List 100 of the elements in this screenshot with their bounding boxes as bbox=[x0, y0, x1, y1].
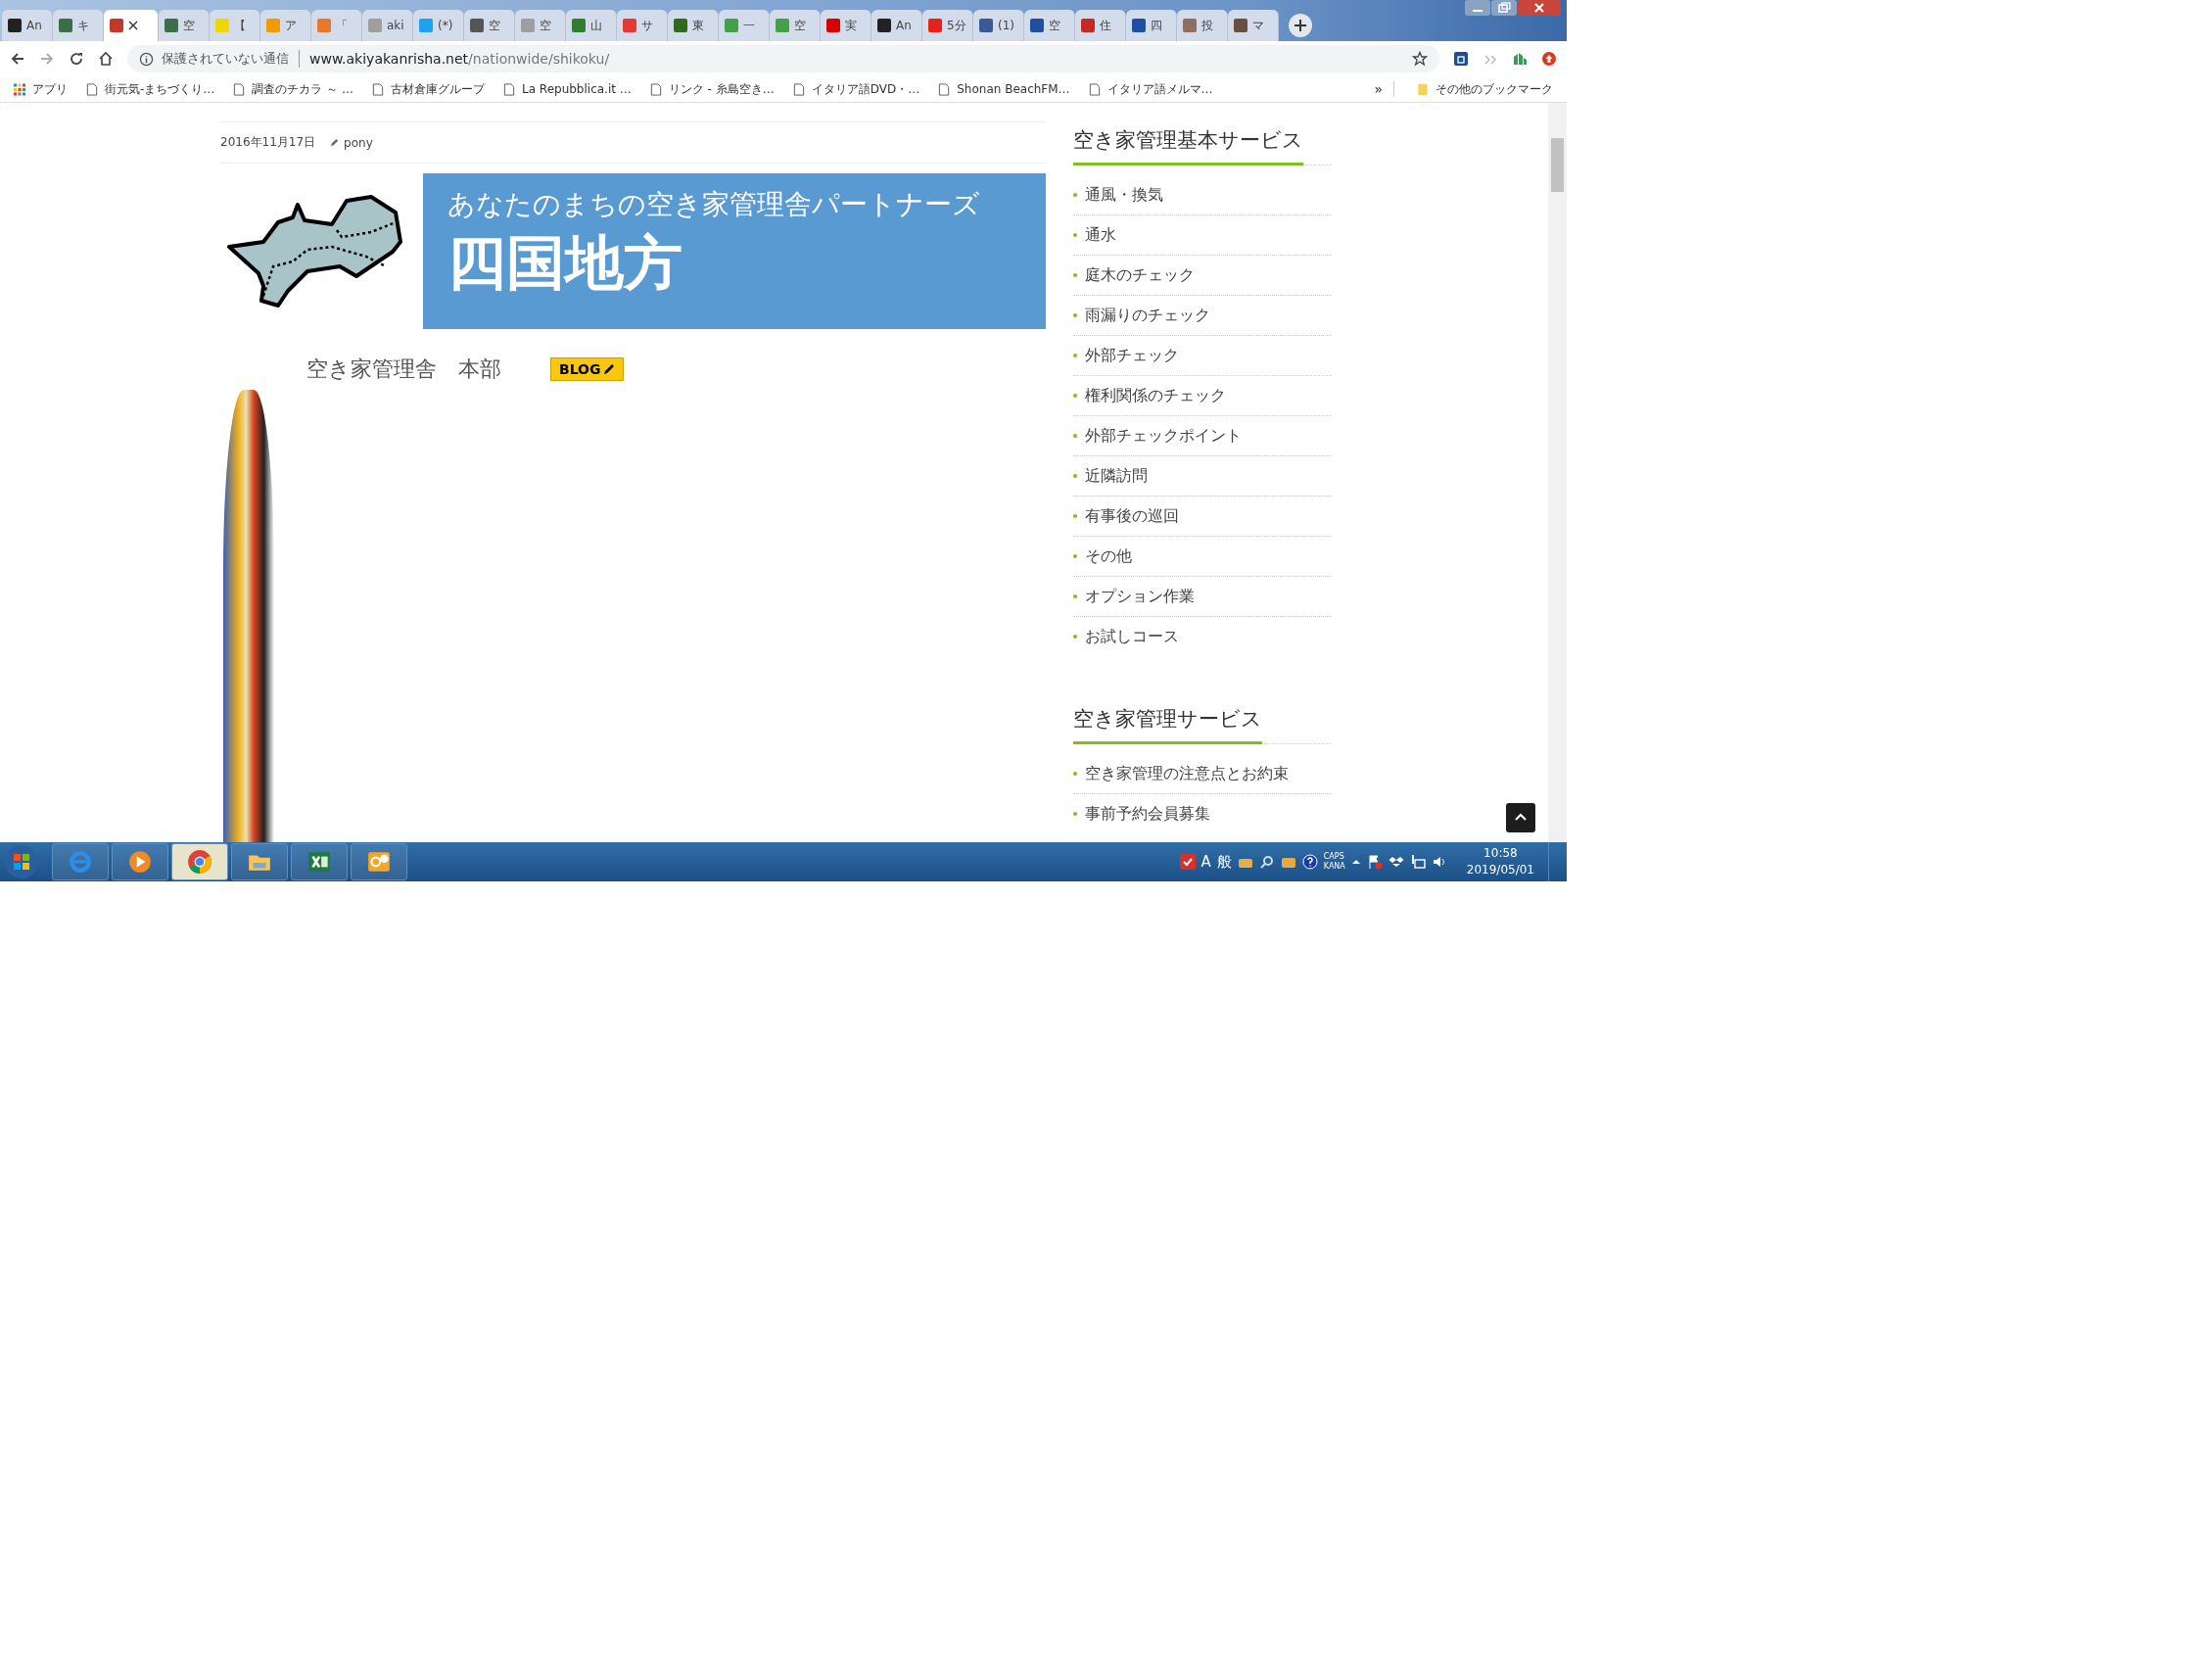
spreadsheet-icon bbox=[306, 849, 332, 875]
banner-title: 四国地方 bbox=[447, 230, 683, 296]
browser-tab[interactable]: サ bbox=[617, 10, 668, 41]
sidebar-link[interactable]: お試しコース bbox=[1085, 626, 1179, 647]
sidebar-link[interactable]: その他 bbox=[1085, 545, 1132, 567]
browser-tab[interactable]: 山 bbox=[566, 10, 617, 41]
browser-tab[interactable]: 空 bbox=[159, 10, 210, 41]
browser-tab[interactable]: (*) bbox=[413, 10, 464, 41]
browser-tab[interactable]: マ bbox=[1228, 10, 1279, 41]
reload-icon[interactable] bbox=[69, 51, 84, 67]
sidebar-link[interactable]: 雨漏りのチェック bbox=[1085, 305, 1210, 326]
back-icon[interactable] bbox=[10, 51, 25, 67]
taskbar-app[interactable] bbox=[351, 843, 407, 880]
home-icon[interactable] bbox=[98, 51, 114, 67]
sidebar-link[interactable]: 庭木のチェック bbox=[1085, 264, 1195, 286]
sidebar-link[interactable]: 権利関係のチェック bbox=[1085, 385, 1226, 406]
browser-tab[interactable]: aki bbox=[362, 10, 413, 41]
sidebar-link[interactable]: 事前予約会員募集 bbox=[1085, 803, 1210, 825]
browser-tab[interactable]: 【 bbox=[210, 10, 260, 41]
taskbar-app[interactable] bbox=[291, 843, 348, 880]
sidebar-link[interactable]: 近隣訪問 bbox=[1085, 465, 1148, 487]
browser-tab[interactable]: 住 bbox=[1075, 10, 1126, 41]
browser-tab[interactable]: 5分 bbox=[922, 10, 973, 41]
url-host: www.akiyakanrisha.net bbox=[309, 51, 469, 67]
post-date: 2016年11月17日 bbox=[220, 134, 316, 151]
post-author[interactable]: pony bbox=[344, 135, 373, 150]
page-icon bbox=[649, 82, 662, 96]
browser-tab[interactable]: An bbox=[2, 10, 53, 41]
bookmark-link[interactable]: La Repubblica.it … bbox=[522, 82, 632, 96]
browser-tab[interactable]: ア bbox=[260, 10, 311, 41]
sidebar-link[interactable]: 外部チェック bbox=[1085, 345, 1179, 366]
sidebar-link[interactable]: オプション作業 bbox=[1085, 586, 1195, 607]
browser-tab[interactable] bbox=[104, 10, 159, 41]
browser-tab[interactable]: 東 bbox=[668, 10, 719, 41]
page-icon bbox=[503, 82, 515, 96]
page-icon bbox=[1088, 82, 1101, 96]
play-icon bbox=[127, 849, 153, 875]
taskbar-app[interactable] bbox=[112, 843, 168, 880]
url-path: /nationwide/shikoku/ bbox=[468, 51, 610, 67]
start-button[interactable] bbox=[4, 844, 39, 879]
browser-tab[interactable]: 一 bbox=[719, 10, 770, 41]
office-name: 空き家管理舎 本部 bbox=[306, 356, 501, 383]
sidebar-heading: 空き家管理サービス bbox=[1073, 705, 1262, 744]
sidebar-link[interactable]: 通水 bbox=[1085, 224, 1116, 246]
star-icon[interactable] bbox=[1412, 51, 1428, 67]
ime-dictionary[interactable]: 般 bbox=[1216, 852, 1232, 872]
box-icon[interactable] bbox=[1388, 854, 1404, 870]
info-icon[interactable] bbox=[139, 51, 154, 67]
new-tab-icon[interactable] bbox=[1289, 14, 1312, 37]
restore-icon[interactable] bbox=[1491, 0, 1517, 16]
browser-tab[interactable]: 実 bbox=[821, 10, 871, 41]
bookmark-link[interactable]: Shonan BeachFM… bbox=[957, 82, 1070, 96]
pencil-icon bbox=[330, 138, 340, 147]
scrollbar[interactable] bbox=[1548, 103, 1567, 842]
taskbar-app[interactable] bbox=[231, 843, 288, 880]
folder-icon bbox=[1417, 82, 1429, 96]
network-icon[interactable] bbox=[1409, 854, 1426, 870]
sidebar-link[interactable]: 通風・換気 bbox=[1085, 184, 1163, 206]
bookmark-link[interactable]: アプリ bbox=[32, 80, 68, 98]
help-icon[interactable] bbox=[1301, 854, 1318, 870]
shield-icon[interactable] bbox=[1453, 51, 1469, 67]
browser-tab[interactable]: 投 bbox=[1177, 10, 1228, 41]
bookmark-link[interactable]: イタリア語DVD・… bbox=[811, 80, 920, 98]
blog-button[interactable]: BLOG bbox=[550, 357, 624, 381]
checkmark-icon[interactable] bbox=[1179, 854, 1196, 870]
sidebar-link[interactable]: 外部チェックポイント bbox=[1085, 425, 1242, 447]
browser-tab[interactable]: キ bbox=[53, 10, 104, 41]
ime-mode[interactable]: A bbox=[1200, 853, 1211, 871]
apps-grid-icon[interactable] bbox=[14, 82, 25, 96]
flag-icon[interactable] bbox=[1366, 854, 1383, 870]
clock[interactable]: 10:58 2019/05/01 bbox=[1466, 845, 1534, 878]
kana-indicator: KANA bbox=[1323, 862, 1345, 872]
other-bookmarks-link[interactable]: その他のブックマーク bbox=[1435, 80, 1553, 98]
browser-tab[interactable]: 空 bbox=[770, 10, 821, 41]
browser-tab[interactable]: 四 bbox=[1126, 10, 1177, 41]
bookmark-link[interactable]: イタリア語メルマ… bbox=[1106, 80, 1213, 98]
speaker-icon[interactable] bbox=[1431, 854, 1447, 870]
browser-tab[interactable]: 空 bbox=[464, 10, 515, 41]
sidebar-link[interactable]: 空き家管理の注意点とお約束 bbox=[1085, 763, 1289, 784]
minimize-icon[interactable] bbox=[1465, 0, 1490, 16]
address-bar[interactable]: 保護されていない通信 www.akiyakanrisha.net/nationwide/shikoku/ bbox=[127, 45, 1439, 72]
browser-tab[interactable]: (1) bbox=[973, 10, 1024, 41]
browser-tab[interactable]: 「 bbox=[311, 10, 362, 41]
bookmark-link[interactable]: リンク - 糸島空き… bbox=[668, 80, 775, 98]
taskbar-app[interactable] bbox=[171, 843, 228, 880]
browser-tab[interactable]: An bbox=[871, 10, 922, 41]
sidebar-link[interactable]: 有事後の巡回 bbox=[1085, 505, 1179, 527]
magnifier-icon[interactable] bbox=[1258, 854, 1275, 870]
caret-up-icon[interactable] bbox=[1350, 857, 1361, 867]
scroll-to-top-button[interactable] bbox=[1506, 803, 1535, 832]
browser-tab[interactable]: 空 bbox=[515, 10, 566, 41]
bookmark-link[interactable]: 古材倉庫グループ bbox=[391, 80, 485, 98]
close-icon[interactable] bbox=[128, 21, 138, 30]
browser-tab[interactable]: 空 bbox=[1024, 10, 1075, 41]
more-bookmarks-button[interactable]: » bbox=[1374, 81, 1383, 97]
upload-icon[interactable] bbox=[1541, 51, 1557, 67]
building-icon[interactable] bbox=[1512, 51, 1528, 67]
bookmark-link[interactable]: 街元気-まちづくり… bbox=[105, 80, 215, 98]
page-icon bbox=[233, 82, 246, 96]
bookmark-link[interactable]: 調査のチカラ ～ … bbox=[252, 80, 353, 98]
